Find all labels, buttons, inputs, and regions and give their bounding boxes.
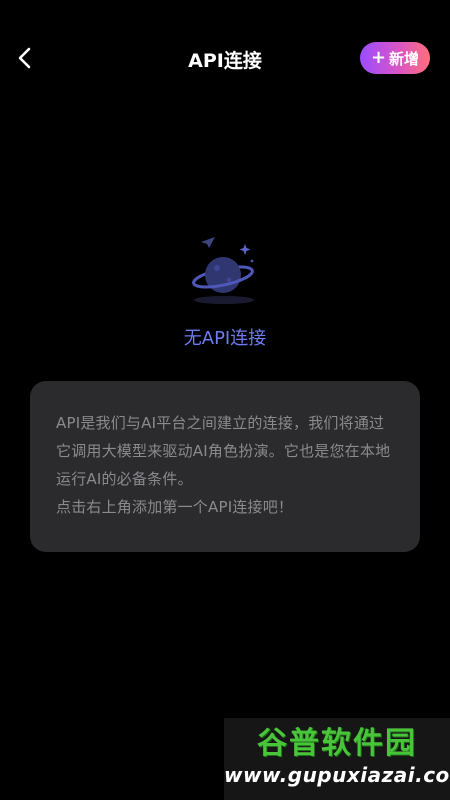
back-button[interactable] xyxy=(10,43,40,73)
watermark-url: www.gupuxiazai.com xyxy=(224,763,450,787)
info-text-hint: 点击右上角添加第一个API连接吧！ xyxy=(56,498,294,516)
planet-icon xyxy=(185,230,265,308)
watermark-name: 谷普软件园 xyxy=(257,726,417,761)
info-text-description: API是我们与AI平台之间建立的连接，我们将通过它调用大模型来驱动AI角色扮演。… xyxy=(56,414,391,488)
top-bar: API连接 + 新增 xyxy=(0,0,450,116)
info-card: API是我们与AI平台之间建立的连接，我们将通过它调用大模型来驱动AI角色扮演。… xyxy=(30,381,420,552)
add-button-label: 新增 xyxy=(389,49,420,68)
chevron-left-icon xyxy=(18,47,31,69)
watermark: 谷普软件园 www.gupuxiazai.com xyxy=(224,718,450,800)
add-connection-button[interactable]: + 新增 xyxy=(360,42,430,74)
empty-state-title: 无API连接 xyxy=(183,328,267,349)
plus-icon: + xyxy=(370,47,387,68)
